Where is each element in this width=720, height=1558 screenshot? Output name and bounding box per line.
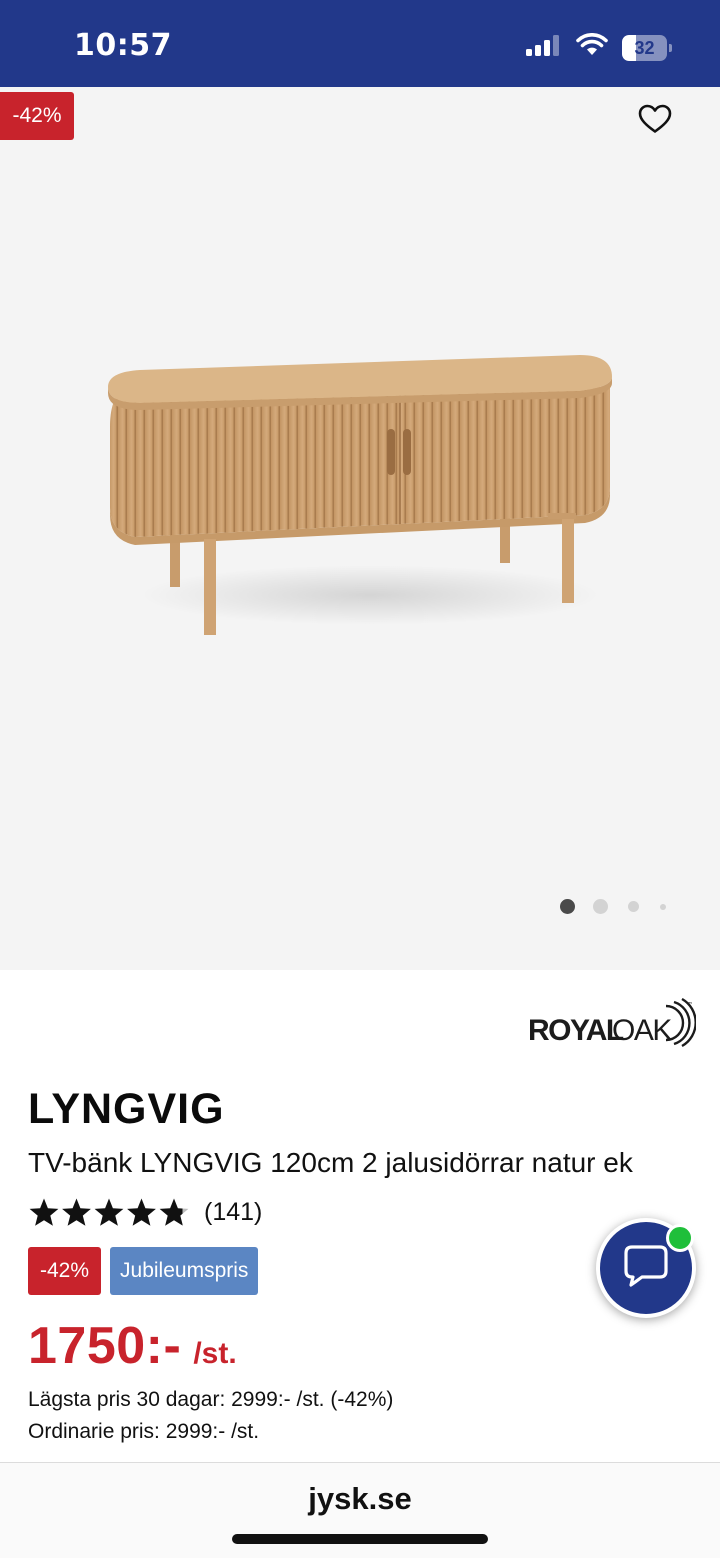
carousel-dot-active[interactable] <box>560 899 575 914</box>
rating-star-icon <box>94 1198 124 1226</box>
carousel-dot[interactable] <box>660 903 666 910</box>
home-indicator[interactable] <box>232 1534 488 1544</box>
wishlist-button[interactable] <box>632 101 678 141</box>
lowest-price-note: Lägsta pris 30 dagar: 2999:- /st. (-42%) <box>28 1388 394 1411</box>
rating-star-icon <box>159 1198 189 1226</box>
rating-stars <box>28 1196 190 1228</box>
regular-price-note: Ordinarie pris: 2999:- /st. <box>28 1420 260 1443</box>
discount-badge-inline: -42% <box>28 1247 102 1295</box>
status-icons: 32 <box>526 33 672 62</box>
browser-url[interactable]: jysk.se <box>0 1481 720 1517</box>
battery-level: 32 <box>634 37 655 58</box>
wifi-icon <box>576 33 608 62</box>
svg-text:™: ™ <box>686 1001 693 1009</box>
price-unit: /st. <box>193 1337 237 1370</box>
status-time: 10:57 <box>74 28 172 63</box>
price-badges: -42% Jubileumspris <box>28 1247 259 1295</box>
rating-star-icon <box>29 1198 59 1226</box>
discount-badge: -42% <box>0 92 74 140</box>
product-title: LYNGVIG <box>28 1085 225 1133</box>
carousel-dot[interactable] <box>628 901 639 912</box>
product-description: TV-bänk LYNGVIG 120cm 2 jalusidörrar nat… <box>28 1147 633 1178</box>
product-image-gallery[interactable]: -42% <box>0 87 720 970</box>
chat-online-indicator <box>666 1224 694 1252</box>
chat-bubble-icon <box>622 1243 670 1294</box>
rating-star-icon <box>62 1198 91 1226</box>
rating-count: (141) <box>204 1197 263 1226</box>
carousel-dots[interactable] <box>560 899 666 914</box>
brand-waves-icon: ™ <box>665 998 696 1048</box>
campaign-badge: Jubileumspris <box>110 1247 259 1295</box>
product-price: 1750:- /st. <box>28 1316 237 1376</box>
carousel-dot[interactable] <box>593 899 608 914</box>
price-value: 1750:- <box>28 1317 182 1375</box>
cellular-signal-icon <box>526 34 562 61</box>
brand-logo-word1: ROYAL <box>528 1014 624 1047</box>
status-bar: 10:57 32 <box>0 0 720 87</box>
browser-address-bar[interactable]: jysk.se <box>0 1462 720 1558</box>
battery-icon: 32 <box>622 34 672 61</box>
rating-star-icon <box>127 1198 156 1226</box>
product-rating[interactable]: (141) <box>28 1196 262 1228</box>
heart-outline-icon <box>638 104 672 139</box>
product-photo-tv-bench <box>100 347 620 662</box>
brand-logo[interactable]: ROYAL OAK ™ <box>528 998 696 1050</box>
